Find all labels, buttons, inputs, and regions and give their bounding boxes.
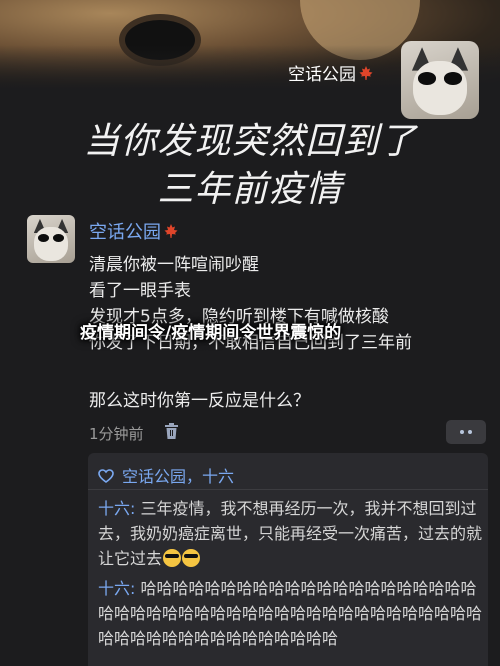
comment-item[interactable]: 十六: 三年疫情，我不想再经历一次，我并不想回到过去，我奶奶癌症离世，只能再经受… [98, 496, 483, 571]
header-account-name[interactable]: 空话公园 [288, 60, 374, 85]
likes-row[interactable]: 空话公园，十六 [98, 463, 234, 487]
overlay-title: 疫情期间令/疫情期间令世界震惊的 [80, 323, 342, 343]
comment-text: 三年疫情，我不想再经历一次，我并不想回到过去，我奶奶癌症离世，只能再经受一次痛苦… [98, 499, 483, 568]
post-text-line: 看了一眼手表 [89, 281, 191, 301]
post-author-name[interactable]: 空话公园 [89, 218, 179, 244]
comment-author[interactable]: 十六: [98, 579, 135, 598]
post-author-avatar[interactable] [27, 215, 75, 263]
post-timestamp: 1分钟前 [89, 425, 144, 443]
header-avatar[interactable] [401, 41, 479, 119]
comments-panel: 空话公园，十六 十六: 三年疫情，我不想再经历一次，我并不想回到过去，我奶奶癌症… [88, 453, 488, 666]
comment-author[interactable]: 十六: [98, 499, 135, 518]
post-text-line: 那么这时你第一反应是什么？ [89, 391, 310, 411]
maple-leaf-icon [359, 66, 373, 80]
sunglasses-emoji-icon [182, 549, 201, 567]
heart-icon [98, 469, 114, 483]
headline-line-1: 当你发现突然回到了 [83, 121, 417, 162]
headline-line-2: 三年前疫情 [157, 169, 343, 210]
divider [88, 489, 488, 490]
trash-icon[interactable] [165, 423, 178, 439]
likes-names: 空话公园，十六 [122, 467, 235, 486]
comment-item[interactable]: 十六: 哈哈哈哈哈哈哈哈哈哈哈哈哈哈哈哈哈哈哈哈哈哈哈哈哈哈哈哈哈哈哈哈哈哈哈哈… [98, 576, 483, 651]
post-text-line: 清晨你被一阵喧闹吵醒 [89, 255, 259, 275]
more-button[interactable] [446, 420, 486, 444]
maple-leaf-icon [164, 224, 178, 238]
comment-text: 哈哈哈哈哈哈哈哈哈哈哈哈哈哈哈哈哈哈哈哈哈哈哈哈哈哈哈哈哈哈哈哈哈哈哈哈哈哈哈哈… [98, 579, 483, 648]
more-icon [460, 430, 464, 434]
sunglasses-emoji-icon [163, 549, 182, 567]
